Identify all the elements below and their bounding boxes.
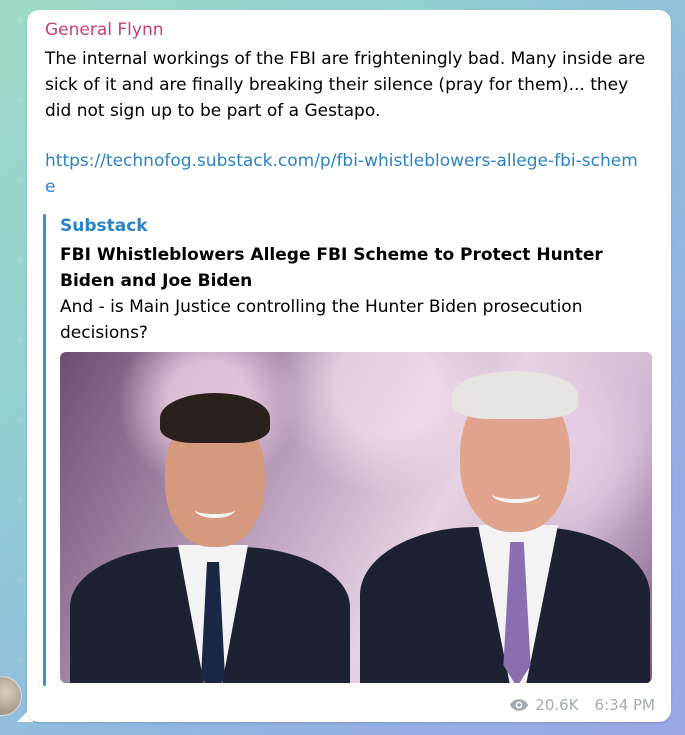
sender-name[interactable]: General Flynn	[45, 20, 164, 40]
preview-image[interactable]	[60, 352, 652, 683]
link-preview[interactable]: Substack FBI Whistleblowers Allege FBI S…	[43, 214, 655, 686]
message-meta: 20.6K 6:34 PM	[509, 696, 655, 714]
message-time: 6:34 PM	[594, 696, 655, 714]
preview-description: And - is Main Justice controlling the Hu…	[60, 297, 583, 343]
preview-title: FBI Whistleblowers Allege FBI Scheme to …	[60, 245, 603, 291]
photo-person-right	[340, 357, 652, 683]
message-bubble: General Flynn The internal workings of t…	[27, 10, 671, 722]
photo-person-left	[60, 367, 360, 683]
message-link[interactable]: https://technofog.substack.com/p/fbi-whi…	[45, 148, 645, 200]
eye-icon	[510, 699, 529, 711]
preview-accent-bar	[43, 214, 46, 686]
view-count: 20.6K	[535, 696, 579, 714]
message-text: The internal workings of the FBI are fri…	[45, 49, 646, 121]
preview-site-name: Substack	[60, 216, 148, 236]
